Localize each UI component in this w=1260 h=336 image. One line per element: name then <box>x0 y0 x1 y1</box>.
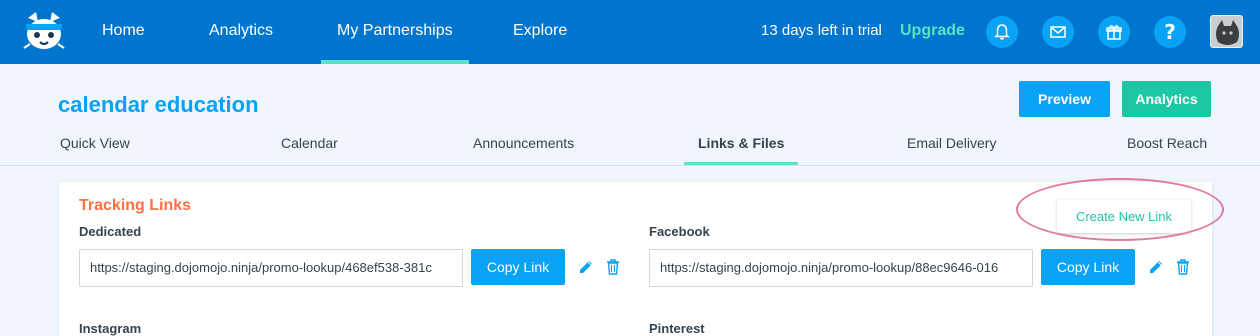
nav-explore[interactable]: Explore <box>513 0 567 64</box>
mail-icon[interactable] <box>1042 16 1074 48</box>
gift-icon[interactable] <box>1098 16 1130 48</box>
section-title: Tracking Links <box>79 197 192 214</box>
nav-my-partnerships[interactable]: My Partnerships <box>321 0 469 64</box>
create-new-link-button[interactable]: Create New Link <box>1057 200 1191 233</box>
trash-icon[interactable] <box>1174 258 1192 276</box>
top-navbar: Home Analytics My Partnerships Explore 1… <box>0 0 1260 64</box>
page-title: calendar education <box>58 92 259 117</box>
edit-icon[interactable] <box>577 258 595 276</box>
link-label-dedicated: Dedicated <box>79 224 142 239</box>
logo-icon[interactable] <box>20 8 68 56</box>
link-label-facebook: Facebook <box>649 224 710 239</box>
nav-analytics[interactable]: Analytics <box>209 0 273 64</box>
help-icon[interactable]: ? <box>1154 16 1186 48</box>
tab-email-delivery[interactable]: Email Delivery <box>907 135 996 151</box>
preview-button[interactable]: Preview <box>1019 81 1110 117</box>
link-label-pinterest: Pinterest <box>649 321 705 336</box>
partnership-header: calendar education Preview Analytics Qui… <box>0 64 1260 166</box>
trash-icon[interactable] <box>604 258 622 276</box>
bell-icon[interactable] <box>986 16 1018 48</box>
tab-boost-reach[interactable]: Boost Reach <box>1127 135 1207 151</box>
tab-quick-view[interactable]: Quick View <box>60 135 130 151</box>
nav-home[interactable]: Home <box>102 0 145 64</box>
url-field-facebook[interactable]: https://staging.dojomojo.ninja/promo-loo… <box>649 249 1033 287</box>
copy-link-button-dedicated[interactable]: Copy Link <box>471 249 565 285</box>
trial-status: 13 days left in trial <box>761 22 882 39</box>
avatar[interactable] <box>1210 15 1243 48</box>
tab-announcements[interactable]: Announcements <box>473 135 574 151</box>
edit-icon[interactable] <box>1147 258 1165 276</box>
tab-calendar[interactable]: Calendar <box>281 135 338 151</box>
link-label-instagram: Instagram <box>79 321 142 336</box>
upgrade-link[interactable]: Upgrade <box>900 0 965 62</box>
copy-link-button-facebook[interactable]: Copy Link <box>1041 249 1135 285</box>
url-field-dedicated[interactable]: https://staging.dojomojo.ninja/promo-loo… <box>79 249 463 287</box>
tracking-links-panel: Tracking Links Create New Link Dedicated… <box>59 182 1212 336</box>
tab-links-files[interactable]: Links & Files <box>683 135 799 165</box>
analytics-button[interactable]: Analytics <box>1122 81 1211 117</box>
